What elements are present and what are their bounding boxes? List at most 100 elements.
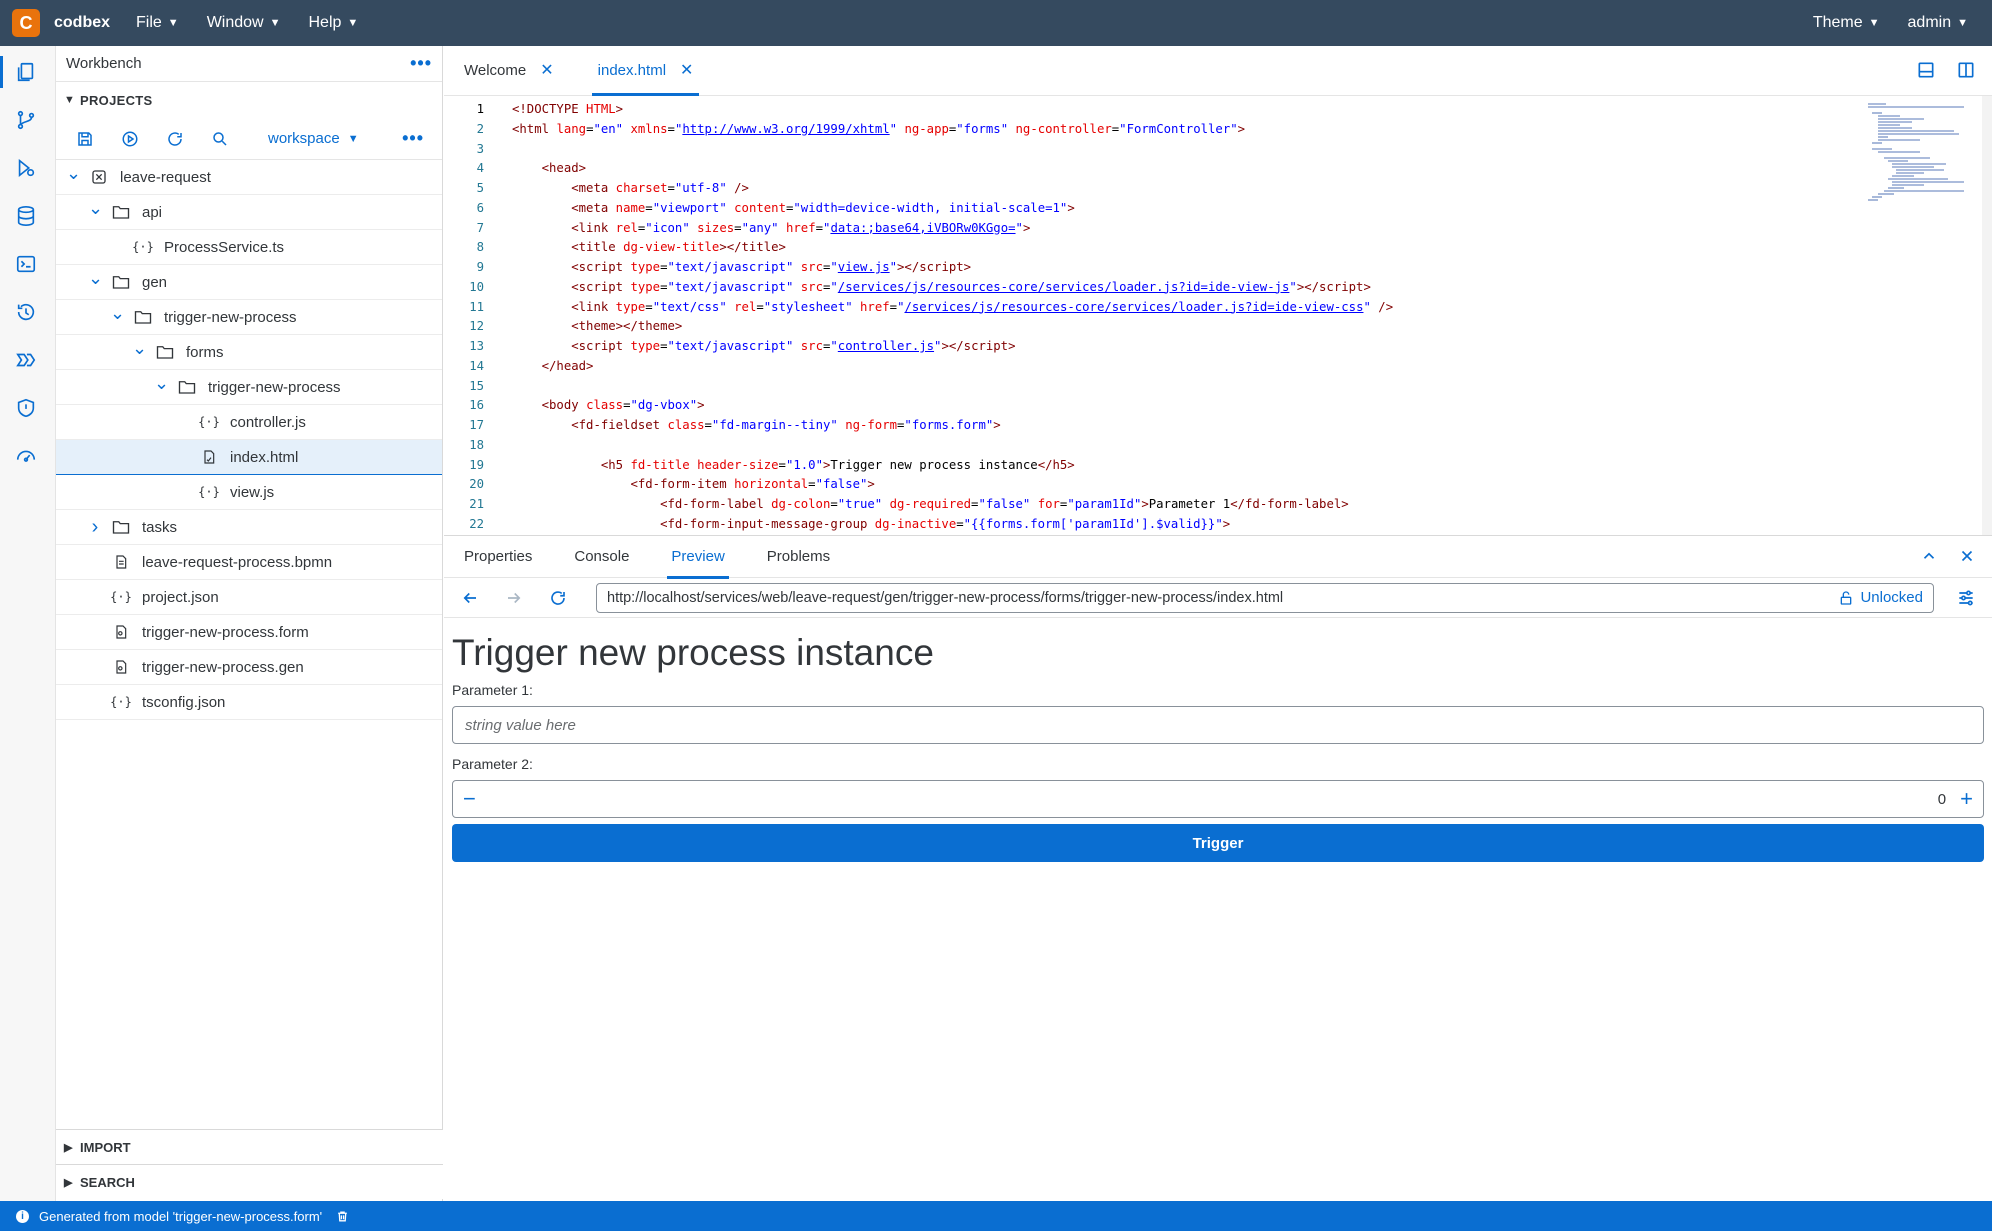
tree-item[interactable]: ⌄ trigger-new-process <box>56 300 442 335</box>
chevron-down-icon[interactable]: ⌄ <box>154 374 169 392</box>
param1-input[interactable]: string value here <box>452 706 1984 744</box>
tab-problems[interactable]: Problems <box>767 536 830 578</box>
tree-item[interactable]: {·} ProcessService.ts <box>56 230 442 265</box>
activity-security[interactable] <box>12 394 40 422</box>
menu-help[interactable]: Help ▼ <box>308 14 358 32</box>
forward-button[interactable] <box>502 589 526 607</box>
trash-icon[interactable] <box>336 1210 349 1223</box>
back-button[interactable] <box>458 589 482 607</box>
activity-history[interactable] <box>12 298 40 326</box>
code-editor[interactable]: 1 <!DOCTYPE HTML> 2 <html lang="en" xmlns="… <box>444 96 1984 535</box>
chevron-down-icon[interactable]: ⌄ <box>88 199 103 217</box>
chevron-down-icon[interactable]: ⌄ <box>88 269 103 287</box>
activity-database[interactable] <box>12 202 40 230</box>
activity-process[interactable] <box>12 346 40 374</box>
tree-item-icon <box>112 518 130 536</box>
tree-item-icon <box>134 308 152 326</box>
close-icon[interactable] <box>1958 547 1976 565</box>
tab-console[interactable]: Console <box>574 536 629 578</box>
line-number: 22 <box>469 516 484 531</box>
line-number: 12 <box>469 319 484 334</box>
activity-terminal[interactable] <box>12 250 40 278</box>
tree-item[interactable]: ⌄ gen <box>56 265 442 300</box>
tree-item[interactable]: › tasks <box>56 510 442 545</box>
line-number: 5 <box>476 181 484 195</box>
more-icon[interactable]: ••• <box>402 128 424 149</box>
tab-welcome[interactable]: Welcome ✕ <box>464 45 554 95</box>
menu-window[interactable]: Window ▼ <box>207 14 281 32</box>
layout-icon[interactable] <box>1916 60 1936 80</box>
projects-section-header[interactable]: ▼ PROJECTS <box>56 82 442 118</box>
code-minimap[interactable] <box>1864 102 1984 212</box>
workspace-select[interactable]: workspace ▼ <box>268 130 359 147</box>
lock-toggle[interactable]: Unlocked <box>1838 589 1923 606</box>
tree-item[interactable]: {·} controller.js <box>56 405 442 440</box>
trigger-button[interactable]: Trigger <box>452 824 1984 862</box>
code-file-icon: {·} <box>132 240 154 254</box>
document-icon <box>116 555 127 569</box>
tree-item[interactable]: index.html <box>56 440 442 475</box>
tree-item[interactable]: {·} view.js <box>56 475 442 510</box>
tree-item[interactable]: {·} project.json <box>56 580 442 615</box>
html-file-icon <box>204 450 215 464</box>
tree-item-label: leave-request-process.bpmn <box>142 553 333 571</box>
more-icon[interactable]: ••• <box>410 53 432 74</box>
tree-item[interactable]: trigger-new-process.form <box>56 615 442 650</box>
preview-url-field[interactable]: http://localhost/services/web/leave-requ… <box>596 582 1934 613</box>
search-section-header[interactable]: ▶ SEARCH <box>56 1164 443 1199</box>
tab-index-html[interactable]: index.html ✕ <box>591 45 700 96</box>
activity-debug[interactable] <box>12 154 40 182</box>
import-section-header[interactable]: ▶ IMPORT <box>56 1129 443 1164</box>
preview-title: Trigger new process instance <box>452 632 934 673</box>
menu-file[interactable]: File ▼ <box>136 14 179 32</box>
activity-git[interactable] <box>12 106 40 134</box>
activity-monitoring[interactable] <box>12 442 40 470</box>
app-logo[interactable]: C <box>12 9 40 37</box>
tree-item[interactable]: ⌄ trigger-new-process <box>56 370 442 405</box>
tree-item-label: ProcessService.ts <box>164 238 285 256</box>
user-menu[interactable]: admin ▼ <box>1908 14 1968 32</box>
code-line: <fd-form-label dg-colon="true" dg-requir… <box>660 497 1349 511</box>
chevron-down-icon[interactable]: ⌄ <box>110 304 125 322</box>
chevron-right-icon: ▶ <box>64 1176 73 1189</box>
param2-value[interactable]: 0 <box>1938 791 1946 808</box>
tree-item-icon: {·} <box>110 693 132 711</box>
preview-settings-button[interactable] <box>1954 588 1978 608</box>
gauge-icon <box>16 450 36 462</box>
reload-button[interactable] <box>546 589 570 607</box>
minus-icon[interactable]: − <box>463 786 476 812</box>
line-number: 14 <box>469 358 484 373</box>
chevron-down-icon: ▼ <box>64 94 76 106</box>
theme-menu[interactable]: Theme ▼ <box>1813 14 1880 32</box>
tab-properties[interactable]: Properties <box>464 536 532 578</box>
activity-projects[interactable] <box>0 56 40 88</box>
publish-button[interactable] <box>119 128 141 150</box>
menu-window-label: Window <box>206 14 264 31</box>
tree-item[interactable]: trigger-new-process.gen <box>56 650 442 685</box>
chevron-right-icon[interactable]: › <box>88 517 102 537</box>
close-icon[interactable]: ✕ <box>680 60 693 80</box>
param2-stepper[interactable]: − 0 + <box>452 780 1984 818</box>
tree-item[interactable]: ⌄ api <box>56 195 442 230</box>
tree-item[interactable]: ⌄ leave-request <box>56 160 442 195</box>
tree-item[interactable]: ⌄ forms <box>56 335 442 370</box>
tree-item-icon <box>200 448 218 466</box>
chevron-down-icon[interactable]: ⌄ <box>66 164 81 182</box>
chevron-up-icon[interactable] <box>1920 547 1938 565</box>
line-number: 9 <box>476 260 484 274</box>
refresh-button[interactable] <box>164 128 186 150</box>
line-number: 13 <box>469 339 484 353</box>
activity-bar <box>0 46 56 1201</box>
line-number: 1 <box>476 102 484 116</box>
plus-icon[interactable]: + <box>1960 786 1973 812</box>
tree-item[interactable]: leave-request-process.bpmn <box>56 545 442 580</box>
tree-item[interactable]: {·} tsconfig.json <box>56 685 442 720</box>
search-button[interactable] <box>209 128 231 150</box>
tree-item-label: api <box>142 203 163 221</box>
close-icon[interactable]: ✕ <box>540 60 553 80</box>
tab-preview[interactable]: Preview <box>667 536 730 579</box>
save-all-button[interactable] <box>74 128 96 150</box>
split-editor-icon[interactable] <box>1956 60 1976 80</box>
chevron-down-icon[interactable]: ⌄ <box>132 339 147 357</box>
editor-scrollbar[interactable] <box>1982 96 1992 535</box>
